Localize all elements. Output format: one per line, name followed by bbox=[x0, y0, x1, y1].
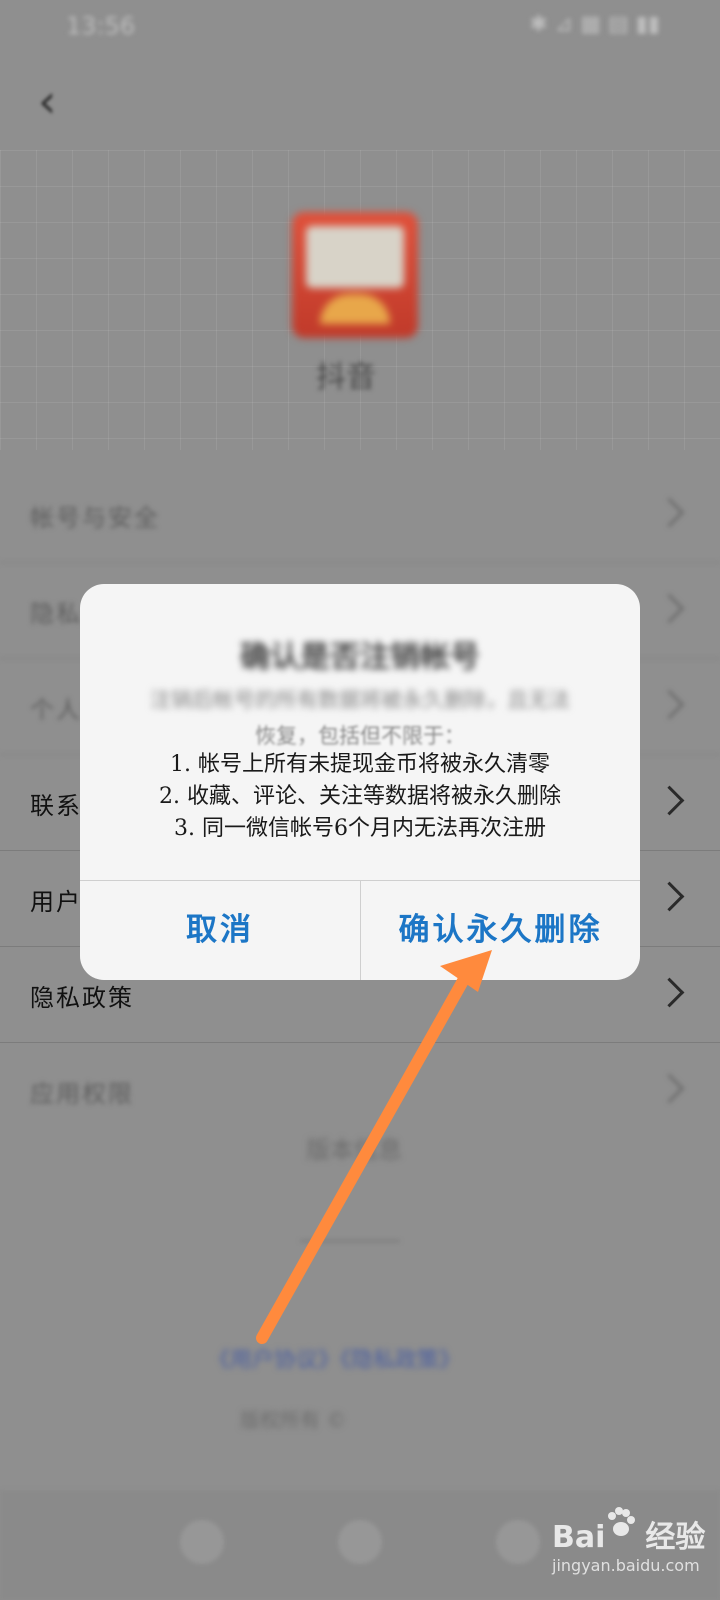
chevron-right-icon bbox=[654, 1073, 685, 1104]
dialog-consequence-list: 1. 帐号上所有未提现金币将被永久清零 2. 收藏、评论、关注等数据将被永久删除… bbox=[80, 749, 640, 845]
dialog-intro-line2: 恢复，包括但不限于： bbox=[255, 724, 465, 748]
chevron-right-icon bbox=[654, 689, 685, 720]
cancel-button[interactable]: 取消 bbox=[80, 881, 360, 980]
confirm-delete-button[interactable]: 确认永久删除 bbox=[361, 881, 640, 980]
delete-account-dialog: 确认是否注销帐号 注销后帐号的所有数据将被永久删除，且无法 恢复，包括但不限于：… bbox=[80, 584, 640, 980]
settings-row-app-permissions[interactable]: 应用权限 bbox=[0, 1042, 720, 1138]
dialog-consequence-item: 2. 收藏、评论、关注等数据将被永久删除 bbox=[159, 784, 561, 809]
dialog-intro-line1: 注销后帐号的所有数据将被永久删除，且无法 bbox=[150, 688, 570, 712]
status-time: 13:56 bbox=[66, 12, 136, 40]
app-logo bbox=[292, 212, 418, 338]
chevron-left-icon[interactable]: ‹ bbox=[38, 78, 56, 124]
nav-recents-icon[interactable] bbox=[496, 1520, 540, 1564]
settings-row-account[interactable]: 帐号与安全 bbox=[0, 466, 720, 563]
version-info: 版本信息 bbox=[306, 1136, 402, 1164]
chevron-right-icon bbox=[654, 497, 685, 528]
baidu-paw-icon bbox=[608, 1507, 635, 1536]
dialog-title: 确认是否注销帐号 bbox=[240, 640, 480, 675]
nav-back-icon[interactable] bbox=[180, 1520, 224, 1564]
settings-row-label: 隐私政策 bbox=[30, 984, 134, 1012]
dialog-consequence-item: 1. 帐号上所有未提现金币将被永久清零 bbox=[170, 752, 550, 777]
status-bar: 13:56 ✱ ⊿ ▦ ▤ ▮▮ bbox=[0, 0, 720, 48]
settings-row-label: 帐号与安全 bbox=[30, 504, 160, 532]
dialog-consequence-item: 3. 同一微信帐号6个月内无法再次注册 bbox=[174, 816, 546, 841]
chevron-right-icon bbox=[654, 977, 685, 1008]
settings-row-label: 应用权限 bbox=[30, 1080, 134, 1108]
footer-links[interactable]: 《用户协议》《隐私政策》 bbox=[208, 1342, 461, 1374]
baidu-jingyan-watermark: Bai 经验 jingyan.baidu.com bbox=[552, 1507, 705, 1582]
footer-copyright: 版权所有 © bbox=[240, 1408, 347, 1432]
app-name: 抖音 bbox=[316, 360, 376, 395]
chevron-right-icon bbox=[654, 785, 685, 816]
watermark-site: jingyan.baidu.com bbox=[552, 1556, 700, 1575]
status-icons: ✱ ⊿ ▦ ▤ ▮▮ bbox=[529, 12, 660, 37]
screen: 13:56 ✱ ⊿ ▦ ▤ ▮▮ ‹ 抖音 帐号与安全 隐私设置 个人信息 联系… bbox=[0, 0, 720, 1600]
nav-home-icon[interactable] bbox=[338, 1520, 382, 1564]
chevron-right-icon bbox=[654, 881, 685, 912]
divider bbox=[300, 1240, 400, 1242]
chevron-right-icon bbox=[654, 593, 685, 624]
